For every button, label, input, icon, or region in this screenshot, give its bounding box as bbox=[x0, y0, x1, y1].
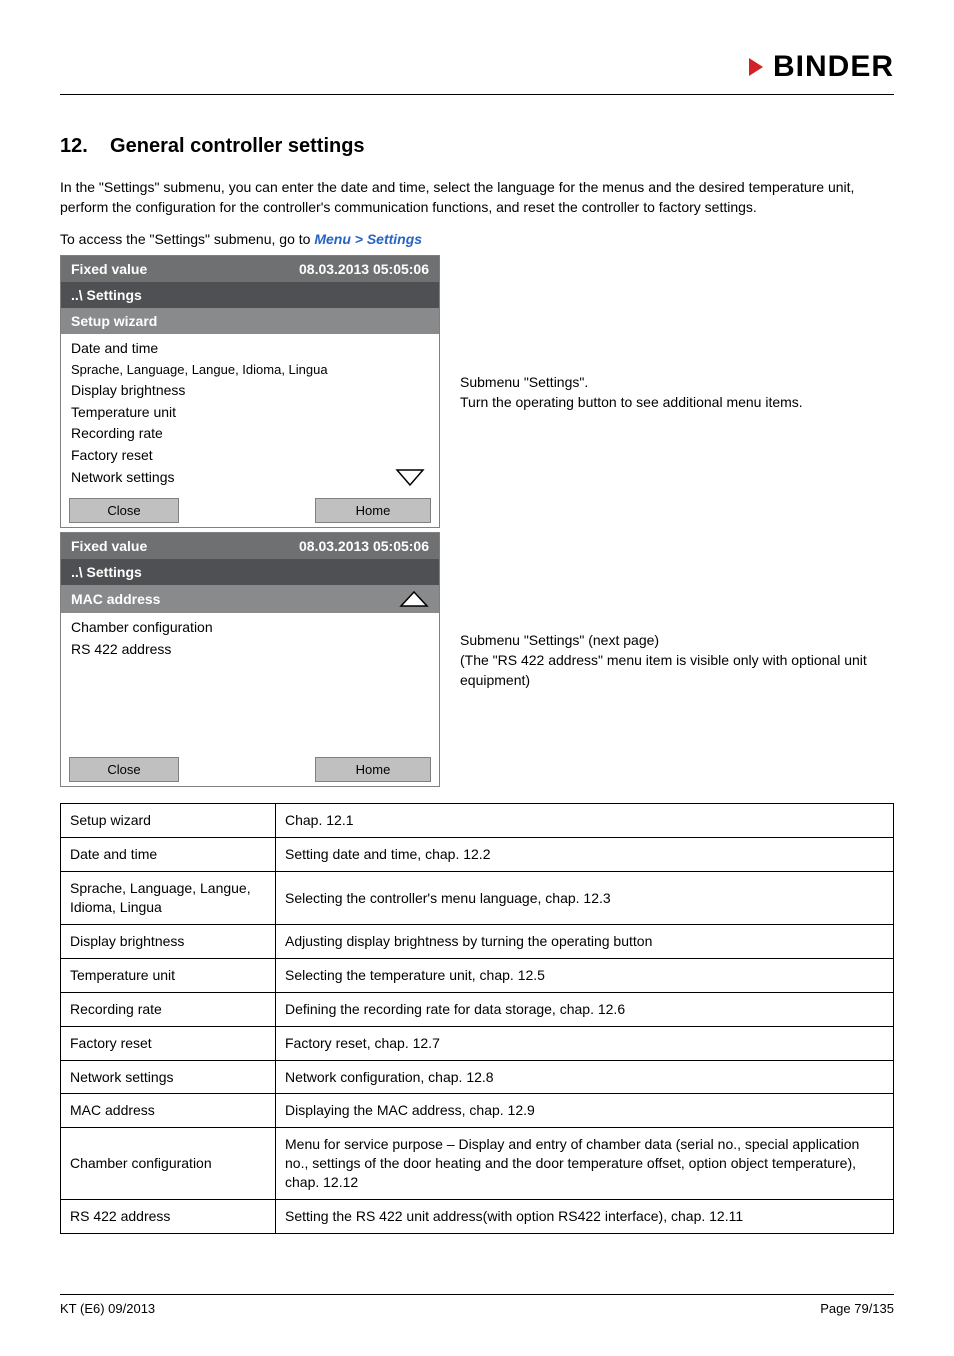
menu-item[interactable]: Temperature unit bbox=[71, 402, 429, 424]
intro-paragraph: In the "Settings" submenu, you can enter… bbox=[60, 178, 894, 217]
screen-highlight-label: Setup wizard bbox=[71, 313, 157, 329]
scroll-up-icon[interactable] bbox=[399, 590, 429, 608]
screen-menu-list: Chamber configuration RS 422 address bbox=[61, 613, 439, 753]
table-key: Temperature unit bbox=[61, 958, 276, 992]
screen-title: Fixed value bbox=[71, 538, 147, 554]
home-button[interactable]: Home bbox=[315, 757, 431, 782]
brand-triangle-icon bbox=[747, 54, 769, 80]
screen-titlebar: Fixed value 08.03.2013 05:05:06 bbox=[61, 256, 439, 282]
screen-datetime: 08.03.2013 05:05:06 bbox=[299, 261, 429, 277]
footer-right: Page 79/135 bbox=[820, 1301, 894, 1316]
menu-item[interactable]: Display brightness bbox=[71, 380, 429, 402]
screen-footer: Close Home bbox=[61, 753, 439, 786]
screen-datetime: 08.03.2013 05:05:06 bbox=[299, 538, 429, 554]
table-row: Chamber configurationMenu for service pu… bbox=[61, 1128, 894, 1200]
table-value: Selecting the temperature unit, chap. 12… bbox=[276, 958, 894, 992]
settings-screen-1: Fixed value 08.03.2013 05:05:06 ..\ Sett… bbox=[60, 255, 440, 528]
table-value: Adjusting display brightness by turning … bbox=[276, 925, 894, 959]
screen-footer: Close Home bbox=[61, 494, 439, 527]
table-row: Recording rateDefining the recording rat… bbox=[61, 992, 894, 1026]
table-value: Network configuration, chap. 12.8 bbox=[276, 1060, 894, 1094]
table-value: Chap. 12.1 bbox=[276, 804, 894, 838]
close-button[interactable]: Close bbox=[69, 498, 179, 523]
table-key: MAC address bbox=[61, 1094, 276, 1128]
table-key: Chamber configuration bbox=[61, 1128, 276, 1200]
table-key: Factory reset bbox=[61, 1026, 276, 1060]
table-value: Menu for service purpose – Display and e… bbox=[276, 1128, 894, 1200]
table-key: Display brightness bbox=[61, 925, 276, 959]
table-value: Setting the RS 422 unit address(with opt… bbox=[276, 1200, 894, 1234]
table-value: Selecting the controller's menu language… bbox=[276, 872, 894, 925]
explain-line: (The "RS 422 address" menu item is visib… bbox=[460, 650, 894, 691]
section-heading: 12. General controller settings bbox=[60, 135, 894, 158]
table-value: Displaying the MAC address, chap. 12.9 bbox=[276, 1094, 894, 1128]
table-value: Defining the recording rate for data sto… bbox=[276, 992, 894, 1026]
home-button[interactable]: Home bbox=[315, 498, 431, 523]
footer-left: KT (E6) 09/2013 bbox=[60, 1301, 155, 1316]
explain-line: Submenu "Settings". bbox=[460, 372, 803, 392]
screen-highlight-row[interactable]: MAC address bbox=[61, 585, 439, 613]
table-value: Setting date and time, chap. 12.2 bbox=[276, 838, 894, 872]
menu-item[interactable]: Recording rate bbox=[71, 423, 429, 445]
access-prefix: To access the "Settings" submenu, go to bbox=[60, 231, 314, 247]
page-footer: KT (E6) 09/2013 Page 79/135 bbox=[60, 1294, 894, 1316]
settings-screen-2: Fixed value 08.03.2013 05:05:06 ..\ Sett… bbox=[60, 532, 440, 787]
scroll-down-icon[interactable] bbox=[395, 468, 425, 488]
brand-name: BINDER bbox=[773, 50, 894, 84]
page-header: BINDER bbox=[60, 50, 894, 95]
table-row: RS 422 addressSetting the RS 422 unit ad… bbox=[61, 1200, 894, 1234]
table-row: Sprache, Language, Langue, Idioma, Lingu… bbox=[61, 872, 894, 925]
explain-line: Turn the operating button to see additio… bbox=[460, 392, 803, 412]
menu-path-link: Menu > Settings bbox=[314, 231, 422, 247]
table-row: Factory resetFactory reset, chap. 12.7 bbox=[61, 1026, 894, 1060]
table-key: Recording rate bbox=[61, 992, 276, 1026]
table-key: Date and time bbox=[61, 838, 276, 872]
table-key: Setup wizard bbox=[61, 804, 276, 838]
explain-line: Submenu "Settings" (next page) bbox=[460, 630, 894, 650]
table-row: Display brightnessAdjusting display brig… bbox=[61, 925, 894, 959]
menu-item[interactable]: Sprache, Language, Langue, Idioma, Lingu… bbox=[71, 360, 429, 380]
table-key: Sprache, Language, Langue, Idioma, Lingu… bbox=[61, 872, 276, 925]
table-row: Date and timeSetting date and time, chap… bbox=[61, 838, 894, 872]
menu-item[interactable]: Network settings bbox=[71, 467, 429, 489]
menu-item[interactable]: Date and time bbox=[71, 338, 429, 360]
screen2-explanation: Submenu "Settings" (next page) (The "RS … bbox=[440, 630, 894, 691]
screen-highlight-row[interactable]: Setup wizard bbox=[61, 308, 439, 334]
settings-description-table: Setup wizardChap. 12.1 Date and timeSett… bbox=[60, 803, 894, 1233]
table-row: Network settingsNetwork configuration, c… bbox=[61, 1060, 894, 1094]
brand-logo: BINDER bbox=[747, 50, 894, 84]
screen-titlebar: Fixed value 08.03.2013 05:05:06 bbox=[61, 533, 439, 559]
table-key: RS 422 address bbox=[61, 1200, 276, 1234]
screen-highlight-label: MAC address bbox=[71, 591, 160, 607]
close-button[interactable]: Close bbox=[69, 757, 179, 782]
menu-item[interactable]: RS 422 address bbox=[71, 639, 429, 661]
table-row: MAC addressDisplaying the MAC address, c… bbox=[61, 1094, 894, 1128]
section-number: 12. bbox=[60, 135, 88, 157]
screen-menu-list: Date and time Sprache, Language, Langue,… bbox=[61, 334, 439, 494]
access-paragraph: To access the "Settings" submenu, go to … bbox=[60, 231, 894, 247]
screen-path: ..\ Settings bbox=[61, 559, 439, 585]
section-title-text: General controller settings bbox=[110, 135, 365, 157]
menu-item[interactable]: Chamber configuration bbox=[71, 617, 429, 639]
table-value: Factory reset, chap. 12.7 bbox=[276, 1026, 894, 1060]
table-key: Network settings bbox=[61, 1060, 276, 1094]
screen1-explanation: Submenu "Settings". Turn the operating b… bbox=[440, 372, 803, 413]
menu-item[interactable]: Factory reset bbox=[71, 445, 429, 467]
table-row: Setup wizardChap. 12.1 bbox=[61, 804, 894, 838]
screen-title: Fixed value bbox=[71, 261, 147, 277]
table-row: Temperature unitSelecting the temperatur… bbox=[61, 958, 894, 992]
screen-path: ..\ Settings bbox=[61, 282, 439, 308]
